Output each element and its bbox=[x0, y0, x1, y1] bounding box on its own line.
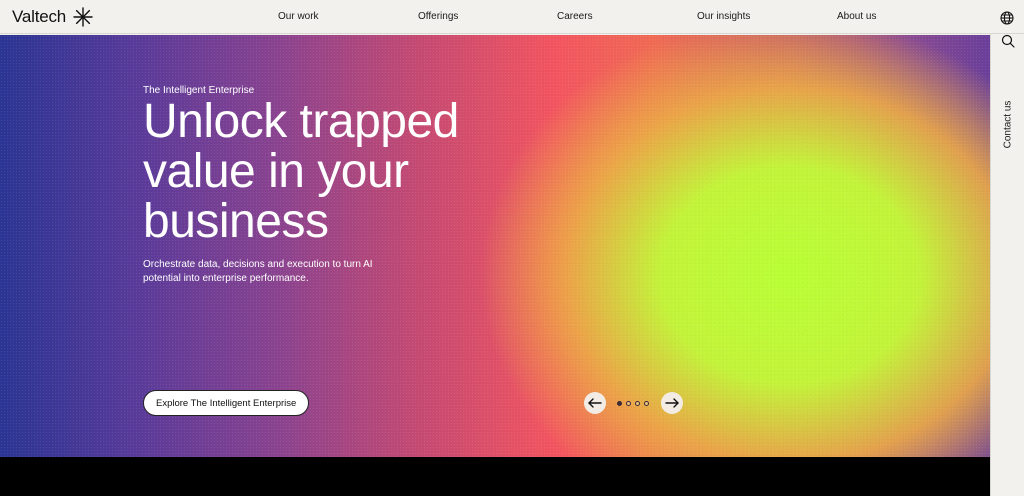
nav-item-careers[interactable]: Careers bbox=[557, 11, 593, 22]
contact-us-link[interactable]: Contact us bbox=[993, 84, 1023, 164]
hero-headline: Unlock trapped value in your business bbox=[143, 97, 543, 247]
logo[interactable]: Valtech bbox=[12, 6, 94, 28]
search-icon[interactable] bbox=[1001, 34, 1015, 48]
carousel-indicators bbox=[617, 401, 649, 406]
carousel-dot[interactable] bbox=[644, 401, 649, 406]
nav-item-our-work[interactable]: Our work bbox=[278, 11, 319, 22]
brand-name: Valtech bbox=[12, 7, 67, 26]
hero-banner: The Intelligent Enterprise Unlock trappe… bbox=[0, 35, 990, 457]
carousel-dot[interactable] bbox=[626, 401, 631, 406]
arrow-left-icon bbox=[588, 398, 602, 408]
carousel-dot[interactable] bbox=[617, 401, 622, 406]
carousel-dot[interactable] bbox=[635, 401, 640, 406]
carousel-prev-button[interactable] bbox=[584, 392, 606, 414]
headline-line: Unlock trapped bbox=[143, 95, 459, 148]
hero-subtext: Orchestrate data, decisions and executio… bbox=[143, 259, 373, 284]
headline-line: value in your bbox=[143, 145, 409, 198]
right-sidebar: Contact us bbox=[990, 34, 1024, 496]
nav-item-offerings[interactable]: Offerings bbox=[418, 11, 458, 22]
site-header: Valtech Our work Offerings Careers Our i… bbox=[0, 0, 1024, 34]
explore-cta-button[interactable]: Explore The Intelligent Enterprise bbox=[143, 390, 310, 416]
next-section-band bbox=[0, 457, 990, 496]
arrow-right-icon bbox=[665, 398, 679, 408]
nav-item-about-us[interactable]: About us bbox=[837, 11, 876, 22]
nav-item-our-insights[interactable]: Our insights bbox=[697, 11, 750, 22]
headline-line: business bbox=[143, 195, 329, 248]
carousel-next-button[interactable] bbox=[661, 392, 683, 414]
star-icon bbox=[73, 7, 93, 27]
globe-icon[interactable] bbox=[1000, 11, 1014, 25]
contact-us-label: Contact us bbox=[1002, 100, 1014, 148]
